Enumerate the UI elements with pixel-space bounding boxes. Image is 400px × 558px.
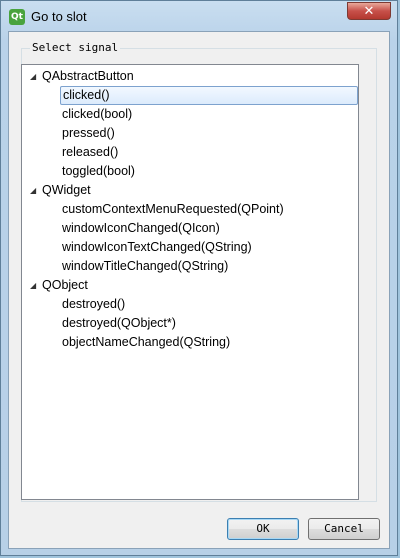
tree-item-label: destroyed(QObject*) xyxy=(62,316,176,330)
tree-signal-item[interactable]: clicked() xyxy=(60,86,358,105)
group-title: Select signal xyxy=(30,41,121,54)
close-button[interactable]: ✕ xyxy=(347,2,391,20)
tree-item-label: windowIconTextChanged(QString) xyxy=(62,240,252,254)
tree-item-label: windowTitleChanged(QString) xyxy=(62,259,229,273)
tree-signal-item[interactable]: released() xyxy=(62,143,118,162)
tree-signal-item[interactable]: windowIconChanged(QIcon) xyxy=(62,219,220,238)
tree-item-label: pressed() xyxy=(62,126,115,140)
tree-signal-item[interactable]: customContextMenuRequested(QPoint) xyxy=(62,200,284,219)
tree-item-label: customContextMenuRequested(QPoint) xyxy=(62,202,284,216)
cancel-button[interactable]: Cancel xyxy=(308,518,380,540)
tree-item-label: clicked(bool) xyxy=(62,107,133,121)
tree-item-label: destroyed() xyxy=(62,297,126,311)
tree-item-label: toggled(bool) xyxy=(62,164,135,178)
tree-group-item[interactable]: ◢ QAbstractButton xyxy=(30,67,134,86)
tree-item-label: QWidget xyxy=(42,183,91,197)
tree-item-label: clicked() xyxy=(63,88,110,102)
expand-arrow-icon[interactable]: ◢ xyxy=(30,181,42,200)
window-title: Go to slot xyxy=(31,9,87,24)
expand-arrow-icon[interactable]: ◢ xyxy=(30,67,42,86)
tree-signal-item[interactable]: pressed() xyxy=(62,124,115,143)
close-icon: ✕ xyxy=(363,4,375,19)
tree-item-label: QAbstractButton xyxy=(42,69,134,83)
expand-arrow-icon[interactable]: ◢ xyxy=(30,276,42,295)
tree-item-label: windowIconChanged(QIcon) xyxy=(62,221,220,235)
tree-item-label: released() xyxy=(62,145,119,159)
signal-tree[interactable]: ◢ QAbstractButton clicked() clicked(bool) pr… xyxy=(21,64,359,500)
tree-signal-item[interactable]: destroyed() xyxy=(62,295,125,314)
tree-group-item[interactable]: ◢ QObject xyxy=(30,276,88,295)
tree-signal-item[interactable]: windowIconTextChanged(QString) xyxy=(62,238,252,257)
tree-signal-item[interactable]: toggled(bool) xyxy=(62,162,135,181)
ok-button[interactable]: OK xyxy=(227,518,299,540)
tree-signal-item[interactable]: objectNameChanged(QString) xyxy=(62,333,230,352)
dialog-client-area: Select signal ◢ QAbstractButton clicked() c… xyxy=(8,31,390,549)
tree-group-item[interactable]: ◢ QWidget xyxy=(30,181,91,200)
tree-item-label: QObject xyxy=(42,278,88,292)
title-bar[interactable]: Qt Go to slot ✕ xyxy=(1,1,397,31)
tree-signal-item[interactable]: clicked(bool) xyxy=(62,105,132,124)
tree-item-label: objectNameChanged(QString) xyxy=(62,335,231,349)
dialog-window: Qt Go to slot ✕ Select signal ◢ QAbstract… xyxy=(0,0,398,556)
qt-icon: Qt xyxy=(9,9,25,25)
tree-signal-item[interactable]: destroyed(QObject*) xyxy=(62,314,176,333)
tree-signal-item[interactable]: windowTitleChanged(QString) xyxy=(62,257,228,276)
